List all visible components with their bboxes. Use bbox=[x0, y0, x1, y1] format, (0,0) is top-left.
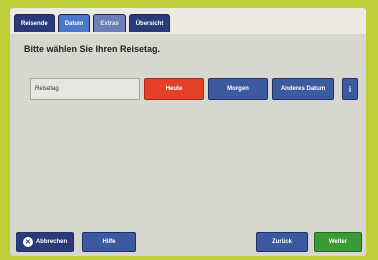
tab-extras[interactable]: Extras bbox=[93, 14, 126, 32]
page-title: Bitte wählen Sie Ihren Reisetag. bbox=[24, 44, 161, 54]
info-button[interactable]: i bbox=[342, 78, 358, 100]
reisetag-label: Reisetag bbox=[30, 78, 140, 100]
heute-button[interactable]: Heute bbox=[144, 78, 204, 100]
tabs: Reisende Datum Extras Übersicht bbox=[14, 14, 171, 32]
cancel-label: Abbrechen bbox=[35, 239, 68, 245]
cancel-button[interactable]: ✕ Abbrechen bbox=[16, 232, 74, 252]
tab-datum[interactable]: Datum bbox=[57, 14, 91, 32]
tab-uebersicht[interactable]: Übersicht bbox=[128, 14, 171, 32]
next-button[interactable]: Weiter bbox=[314, 232, 362, 252]
close-icon: ✕ bbox=[22, 237, 33, 247]
tab-reisende[interactable]: Reisende bbox=[14, 14, 55, 32]
reisetag-row: Reisetag Heute Morgen Anderes Datum i bbox=[24, 78, 358, 100]
ticket-machine-screen: Reisende Datum Extras Übersicht Bitte wä… bbox=[10, 8, 366, 256]
info-icon: i bbox=[348, 84, 352, 94]
back-button[interactable]: Zurück bbox=[256, 232, 308, 252]
morgen-button[interactable]: Morgen bbox=[208, 78, 268, 100]
anderes-datum-button[interactable]: Anderes Datum bbox=[272, 78, 334, 100]
help-button[interactable]: Hilfe bbox=[82, 232, 136, 252]
tab-bar: Reisende Datum Extras Übersicht bbox=[10, 8, 366, 34]
